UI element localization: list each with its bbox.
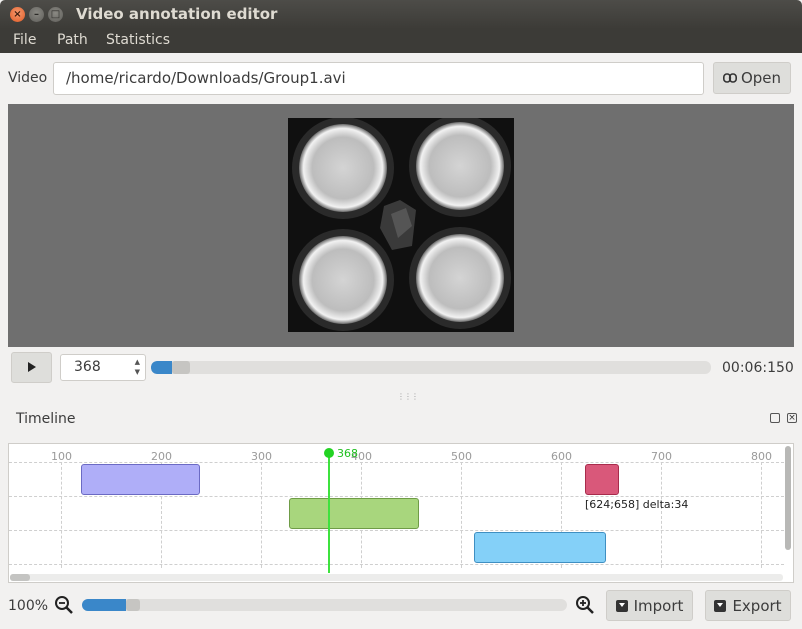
import-icon (615, 600, 628, 612)
frame-spinbox[interactable]: 368 ▲ ▼ (60, 354, 146, 381)
menu-bar: File Path Statistics (0, 29, 802, 53)
video-player[interactable] (8, 104, 794, 347)
spin-down-icon[interactable]: ▼ (135, 368, 140, 376)
timeline-tick-label: 500 (451, 450, 472, 463)
video-frame (288, 118, 514, 332)
timeline-tick-label: 300 (251, 450, 272, 463)
timeline-tick-label: 800 (751, 450, 772, 463)
timeline-event[interactable] (81, 464, 200, 495)
zoom-fill (82, 599, 126, 611)
timeline-title: Timeline (16, 411, 76, 427)
maximize-window-button[interactable]: □ (48, 7, 63, 22)
timeline-scroll-thumb[interactable] (10, 574, 30, 581)
timeline-tick-label: 200 (151, 450, 172, 463)
timeline-cursor-handle[interactable] (324, 448, 334, 458)
zoom-handle[interactable] (126, 599, 140, 611)
play-button[interactable] (11, 352, 52, 383)
timeline-tick-label: 100 (51, 450, 72, 463)
export-button[interactable]: Export (705, 590, 791, 621)
timeline-event[interactable] (474, 532, 606, 563)
timeline-event[interactable] (289, 498, 419, 529)
menu-statistics[interactable]: Statistics (106, 32, 170, 48)
timeline-vertical-scrollbar[interactable] (785, 446, 791, 550)
open-button[interactable]: Open (713, 62, 791, 94)
zoom-slider[interactable] (82, 599, 567, 611)
timeline-vgrid (761, 462, 762, 568)
timeline-event-label: [624;658] delta:34 (585, 498, 689, 511)
timeline-tick-label: 600 (551, 450, 572, 463)
play-icon (27, 362, 36, 372)
timeline-vgrid (261, 462, 262, 568)
close-window-button[interactable]: × (10, 7, 25, 22)
progress-fill (151, 361, 172, 374)
timeline-event[interactable] (585, 464, 619, 495)
title-bar: × – □ Video annotation editor (0, 0, 802, 29)
zoom-in-icon[interactable] (575, 595, 595, 619)
splitter-handle[interactable]: ⋮⋮⋮ (397, 392, 419, 401)
timeline-hgrid (9, 564, 784, 565)
spin-up-icon[interactable]: ▲ (135, 358, 140, 366)
progress-handle[interactable] (172, 361, 190, 374)
timeline-cursor-line[interactable] (328, 453, 330, 573)
timeline-vgrid (61, 462, 62, 568)
timeline-vgrid (461, 462, 462, 568)
dock-float-icon[interactable] (770, 413, 780, 423)
zoom-level-label: 100% (8, 598, 49, 614)
timeline-horizontal-scrollbar[interactable] (10, 574, 783, 581)
timeline-cursor-label: 368 (337, 447, 358, 460)
zoom-out-icon[interactable] (54, 595, 74, 619)
menu-path[interactable]: Path (57, 32, 88, 48)
dock-close-icon[interactable]: × (787, 413, 797, 423)
timeline-view[interactable]: 100 200 300 400 500 600 700 800 [624;658] delta:… (8, 443, 794, 583)
link-icon (722, 64, 737, 94)
timeline-vgrid (661, 462, 662, 568)
import-button-label: Import (633, 597, 684, 615)
video-path-input[interactable]: /home/ricardo/Downloads/Group1.avi (53, 62, 704, 95)
video-progress-slider[interactable] (151, 361, 711, 374)
timeline-hgrid (9, 496, 784, 497)
menu-file[interactable]: File (13, 32, 36, 48)
window-title: Video annotation editor (76, 5, 278, 23)
timeline-tick-label: 700 (651, 450, 672, 463)
open-button-label: Open (740, 69, 782, 87)
export-icon (714, 600, 727, 612)
time-display: 00:06:150 (722, 360, 794, 376)
import-button[interactable]: Import (606, 590, 693, 621)
timeline-hgrid (9, 530, 784, 531)
frame-value: 368 (74, 359, 101, 375)
export-button-label: Export (732, 597, 782, 615)
minimize-window-button[interactable]: – (29, 7, 44, 22)
video-label: Video (8, 70, 48, 86)
